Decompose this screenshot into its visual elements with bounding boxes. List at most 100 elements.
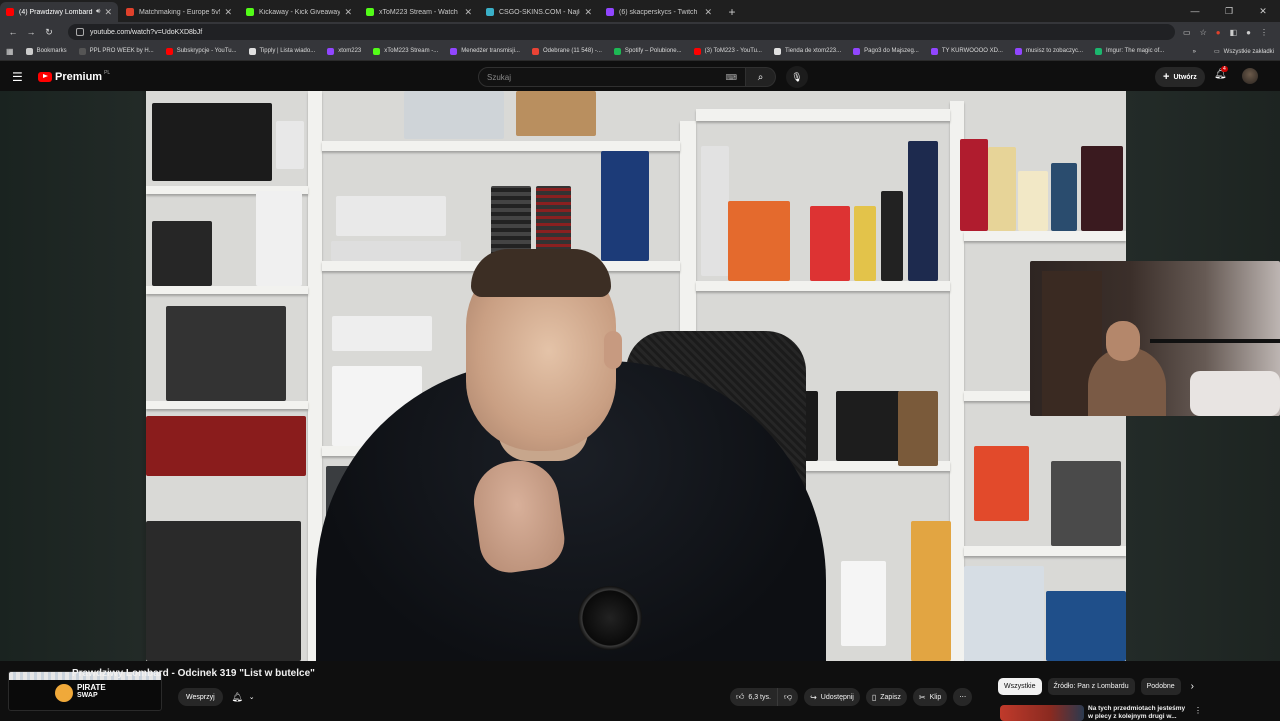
tab-audio-icon[interactable]: 🔊︎: [96, 8, 100, 16]
browser-tab[interactable]: CSGO-SKINS.COM - Najlepsz ✕: [480, 2, 598, 22]
back-icon[interactable]: ←: [6, 25, 20, 39]
tab-title: CSGO-SKINS.COM - Najlepsz: [499, 8, 580, 16]
bookmark-item[interactable]: musisz to zobaczyc...: [1014, 47, 1083, 55]
clip-button[interactable]: ✂ Klip: [912, 688, 948, 706]
apps-icon[interactable]: ▦: [6, 47, 14, 56]
support-button[interactable]: Wesprzyj: [178, 688, 223, 706]
all-bookmarks[interactable]: » ▭ Wszystkie zakładki: [1193, 42, 1274, 61]
bookmark-label: xtom223: [338, 48, 362, 54]
bookmark-item[interactable]: TY KURWOOOO XD...: [930, 47, 1003, 55]
create-button[interactable]: + Utwórz: [1155, 67, 1205, 87]
browser-tab[interactable]: Kickaway - Kick Giveaway Tool✕: [240, 2, 358, 22]
bookmark-item[interactable]: Odebrane (11 548) -...: [531, 47, 602, 55]
bookmark-item[interactable]: Subskrypcje - YouTu...: [165, 47, 237, 55]
new-tab-icon[interactable]: +: [724, 4, 740, 20]
bookmark-item[interactable]: Tipply | Lista wiado...: [248, 47, 315, 55]
chip-all[interactable]: Wszystkie: [998, 678, 1042, 695]
search-button[interactable]: ⌕: [746, 67, 776, 87]
subscription-bell-button[interactable]: 🔔︎ ⌄: [226, 688, 260, 706]
yellow-box: [854, 206, 876, 281]
bookmark-favicon-icon: [773, 47, 781, 55]
save-button[interactable]: ▯ Zapisz: [865, 688, 907, 706]
bookmark-item[interactable]: Pago3 do Majszeg...: [853, 47, 919, 55]
cardboard-box: [516, 91, 596, 136]
browser-tab[interactable]: (4) Prawdziwy Lombard - O🔊︎ ✕: [0, 2, 118, 22]
browser-tab[interactable]: Matchmaking - Europe 5v5 Qu ✕: [120, 2, 238, 22]
tab-close-icon[interactable]: ✕: [704, 7, 712, 18]
recommendation-thumbnail[interactable]: [1000, 705, 1084, 721]
forward-icon[interactable]: →: [24, 25, 38, 39]
site-info-icon[interactable]: [76, 28, 84, 36]
guide-menu-icon[interactable]: ☰: [12, 70, 30, 84]
bookmark-item[interactable]: xToM223 Stream -...: [373, 47, 438, 55]
notifications-button[interactable]: 🔔︎ 4: [1214, 66, 1228, 80]
video-actions: 👍︎ 6,3 tys. 👎︎ ↪ Udostępnij ▯ Zapisz ✂ K…: [730, 688, 978, 706]
yellow-tall-box: [911, 521, 951, 661]
bookmark-item[interactable]: Imgur: The magic of...: [1095, 47, 1164, 55]
extensions-icon[interactable]: ◧: [1230, 28, 1238, 37]
bookmark-item[interactable]: Spotify – Polubione...: [613, 47, 682, 55]
account-avatar[interactable]: [1242, 68, 1258, 84]
white-box: [256, 191, 302, 286]
bookmark-item[interactable]: Bookmarks: [25, 47, 67, 55]
youtube-logo[interactable]: Premium PL: [38, 70, 110, 83]
url-input[interactable]: youtube.com/watch?v=UdoKXD8bJf: [68, 24, 1176, 40]
window-controls: — ❐ ✕: [1178, 0, 1280, 22]
chevron-right-icon[interactable]: ›: [1191, 681, 1194, 692]
recommendation-menu-icon[interactable]: ⋮: [1194, 706, 1202, 715]
chip-source[interactable]: Źródło: Pan z Lombardu: [1047, 678, 1135, 695]
profile-icon[interactable]: ●: [1246, 28, 1251, 37]
tab-favicon-icon: [246, 8, 254, 16]
youtube-brand: Premium: [55, 70, 103, 83]
webcam-overlay: [1030, 261, 1280, 416]
browser-menu-icon[interactable]: ⋮: [1260, 28, 1268, 37]
power-tools: [146, 521, 301, 661]
cast-icon[interactable]: ▭: [1183, 28, 1191, 37]
search-area: Szukaj ⌨ ⌕ 🎙: [478, 66, 808, 88]
recommendation-title[interactable]: Na tych przedmiotach jesteśmy w plecy z …: [1088, 705, 1188, 721]
shelf-background: [146, 91, 1126, 661]
bookmark-favicon-icon: [613, 47, 621, 55]
shelf-board: [964, 546, 1126, 556]
reload-icon[interactable]: ↻: [42, 25, 56, 39]
dislike-button[interactable]: 👎︎: [777, 688, 799, 706]
bookmark-item[interactable]: (3) ToM223 - YouTu...: [693, 47, 762, 55]
tab-close-icon[interactable]: ✕: [464, 7, 472, 18]
sponsor-line2: SWAP: [77, 692, 98, 699]
tab-close-icon[interactable]: ✕: [104, 7, 112, 18]
tab-close-icon[interactable]: ✕: [224, 7, 232, 18]
bookmark-item[interactable]: Tienda de xtom223...: [773, 47, 841, 55]
console-box: [336, 196, 446, 236]
tab-close-icon[interactable]: ✕: [584, 7, 592, 18]
browser-tab[interactable]: xToM223 Stream - Watch Live o ✕: [360, 2, 478, 22]
search-placeholder: Szukaj: [487, 72, 512, 82]
maximize-icon[interactable]: ❐: [1212, 0, 1246, 22]
more-bookmarks-icon: »: [1192, 48, 1196, 55]
tab-title: Kickaway - Kick Giveaway Tool: [259, 8, 341, 16]
minimize-icon[interactable]: —: [1178, 0, 1212, 22]
video-player[interactable]: [0, 91, 1280, 661]
shelf-board: [146, 401, 308, 409]
keyboard-icon[interactable]: ⌨: [725, 73, 737, 82]
voice-search-button[interactable]: 🎙: [786, 66, 808, 88]
tab-close-icon[interactable]: ✕: [344, 7, 352, 18]
red-toolcase: [146, 416, 306, 476]
bookmark-item[interactable]: PPL PRO WEEK by H...: [78, 47, 154, 55]
shelf-board: [964, 231, 1126, 241]
bookmark-star-icon[interactable]: ☆: [1200, 28, 1207, 37]
browser-tab[interactable]: (6) skacperskycs - Twitch ✕: [600, 2, 718, 22]
like-button[interactable]: 👍︎ 6,3 tys.: [730, 688, 778, 706]
search-input[interactable]: Szukaj ⌨: [478, 67, 746, 87]
video-frame[interactable]: [146, 91, 1126, 661]
notifications-badge: 4: [1221, 66, 1228, 72]
more-actions-button[interactable]: ⋯: [953, 688, 973, 706]
extension-red-icon[interactable]: ●: [1216, 28, 1221, 37]
chip-similar[interactable]: Podobne: [1140, 678, 1181, 695]
bookmark-favicon-icon: [78, 47, 86, 55]
bookmark-item[interactable]: Menedżer transmisji...: [450, 47, 520, 55]
close-window-icon[interactable]: ✕: [1246, 0, 1280, 22]
tab-title: xToM223 Stream - Watch Live o: [379, 8, 460, 16]
bookmark-item[interactable]: xtom223: [327, 47, 362, 55]
share-button[interactable]: ↪ Udostępnij: [804, 688, 860, 706]
cream-box: [1018, 171, 1048, 231]
